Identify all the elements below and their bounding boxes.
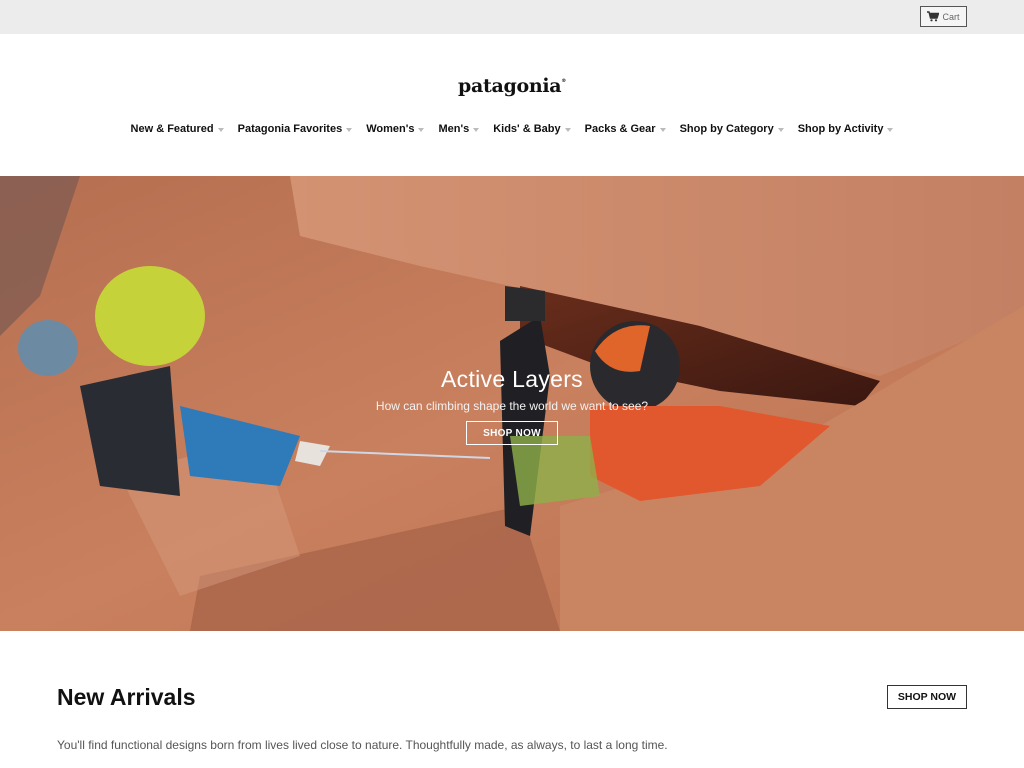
cart-icon	[927, 11, 940, 22]
nav-label: Patagonia Favorites	[237, 123, 343, 135]
nav-patagonia-favorites[interactable]: Patagonia Favorites	[238, 123, 353, 135]
trademark-mark: ®	[561, 78, 566, 84]
new-arrivals-description: You'll find functional designs born from…	[57, 738, 668, 752]
nav-label: Men's	[438, 123, 470, 135]
nav-label: Packs & Gear	[584, 123, 656, 135]
cart-label: Cart	[942, 11, 960, 22]
chevron-down-icon	[346, 127, 353, 132]
nav-label: Shop by Category	[679, 123, 774, 135]
chevron-down-icon	[418, 127, 425, 132]
cart-button[interactable]: Cart	[920, 6, 967, 27]
nav-mens[interactable]: Men's	[438, 123, 480, 135]
nav-label: New & Featured	[130, 123, 214, 135]
nav-shop-by-category[interactable]: Shop by Category	[680, 123, 784, 135]
brand-logo[interactable]: patagonia®	[0, 75, 1024, 97]
nav-label: Shop by Activity	[797, 123, 884, 135]
main-nav: New & Featured Patagonia Favorites Women…	[0, 123, 1024, 135]
brand-logo-text: patagonia	[458, 75, 562, 97]
hero-shop-now-button[interactable]: SHOP NOW	[466, 421, 558, 445]
chevron-down-icon	[887, 127, 894, 132]
nav-label: Women's	[366, 123, 415, 135]
hero-title: Active Layers	[441, 366, 583, 392]
chevron-down-icon	[217, 127, 224, 132]
new-arrivals-heading: New Arrivals	[57, 684, 196, 710]
nav-packs-gear[interactable]: Packs & Gear	[585, 123, 666, 135]
utility-bar: Cart	[0, 0, 1024, 34]
nav-kids-baby[interactable]: Kids' & Baby	[493, 123, 571, 135]
chevron-down-icon	[659, 127, 666, 132]
hero-banner[interactable]: Active Layers How can climbing shape the…	[0, 176, 1024, 631]
nav-label: Kids' & Baby	[493, 123, 561, 135]
nav-shop-by-activity[interactable]: Shop by Activity	[798, 123, 894, 135]
hero-subtitle: How can climbing shape the world we want…	[375, 399, 649, 413]
new-arrivals-shop-now-button[interactable]: SHOP NOW	[887, 685, 967, 709]
chevron-down-icon	[564, 127, 571, 132]
chevron-down-icon	[473, 127, 480, 132]
chevron-down-icon	[777, 127, 784, 132]
nav-new-featured[interactable]: New & Featured	[131, 123, 224, 135]
nav-womens[interactable]: Women's	[366, 123, 425, 135]
